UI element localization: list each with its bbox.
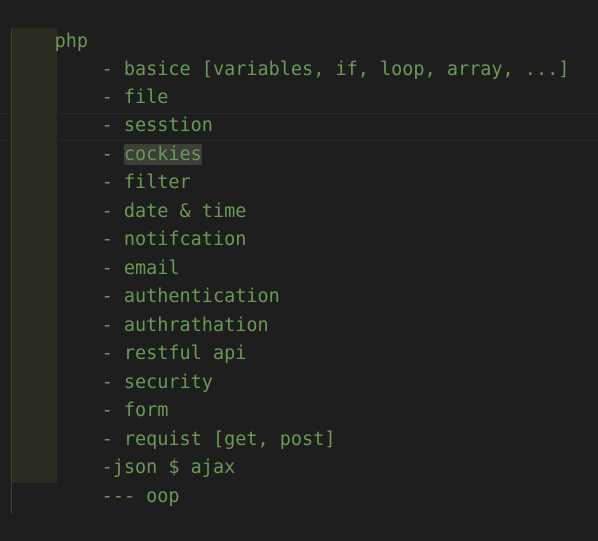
code-line-json[interactable]: -json $ ajax	[57, 426, 236, 478]
code-line-item[interactable]: - authrathation	[57, 284, 269, 336]
code-line-item[interactable]: - authentication	[57, 255, 280, 307]
code-line-item[interactable]: - filter	[57, 141, 191, 193]
indent-guide	[11, 28, 57, 483]
line-text: --- oop	[101, 486, 180, 507]
code-line-oop[interactable]: --- oop	[57, 455, 180, 507]
code-line-item[interactable]: - form	[57, 369, 169, 421]
code-line-item[interactable]: - restful api	[57, 312, 247, 364]
indent-rule	[11, 28, 12, 514]
code-line-item[interactable]: - sesstion	[57, 84, 213, 136]
code-editor[interactable]: php - basice [variables, if, loop, array…	[0, 0, 598, 541]
code-line-item[interactable]: - security	[57, 341, 213, 393]
code-line-item[interactable]: - requist [get, post]	[57, 398, 336, 450]
code-line-item-current[interactable]: - cockies	[57, 113, 202, 165]
code-line-php[interactable]: php	[10, 0, 88, 52]
code-line-item[interactable]: - file	[57, 56, 169, 108]
code-line-item[interactable]: - basice [variables, if, loop, array, ..…	[57, 28, 570, 80]
code-line-closing-comment[interactable]: */	[10, 511, 77, 539]
code-line-item[interactable]: - email	[57, 227, 180, 279]
code-line-item[interactable]: - notifcation	[57, 198, 247, 250]
line-text: basice [variables, if, loop, array, ...]	[123, 59, 570, 80]
code-line-item[interactable]: - date & time	[57, 170, 247, 222]
